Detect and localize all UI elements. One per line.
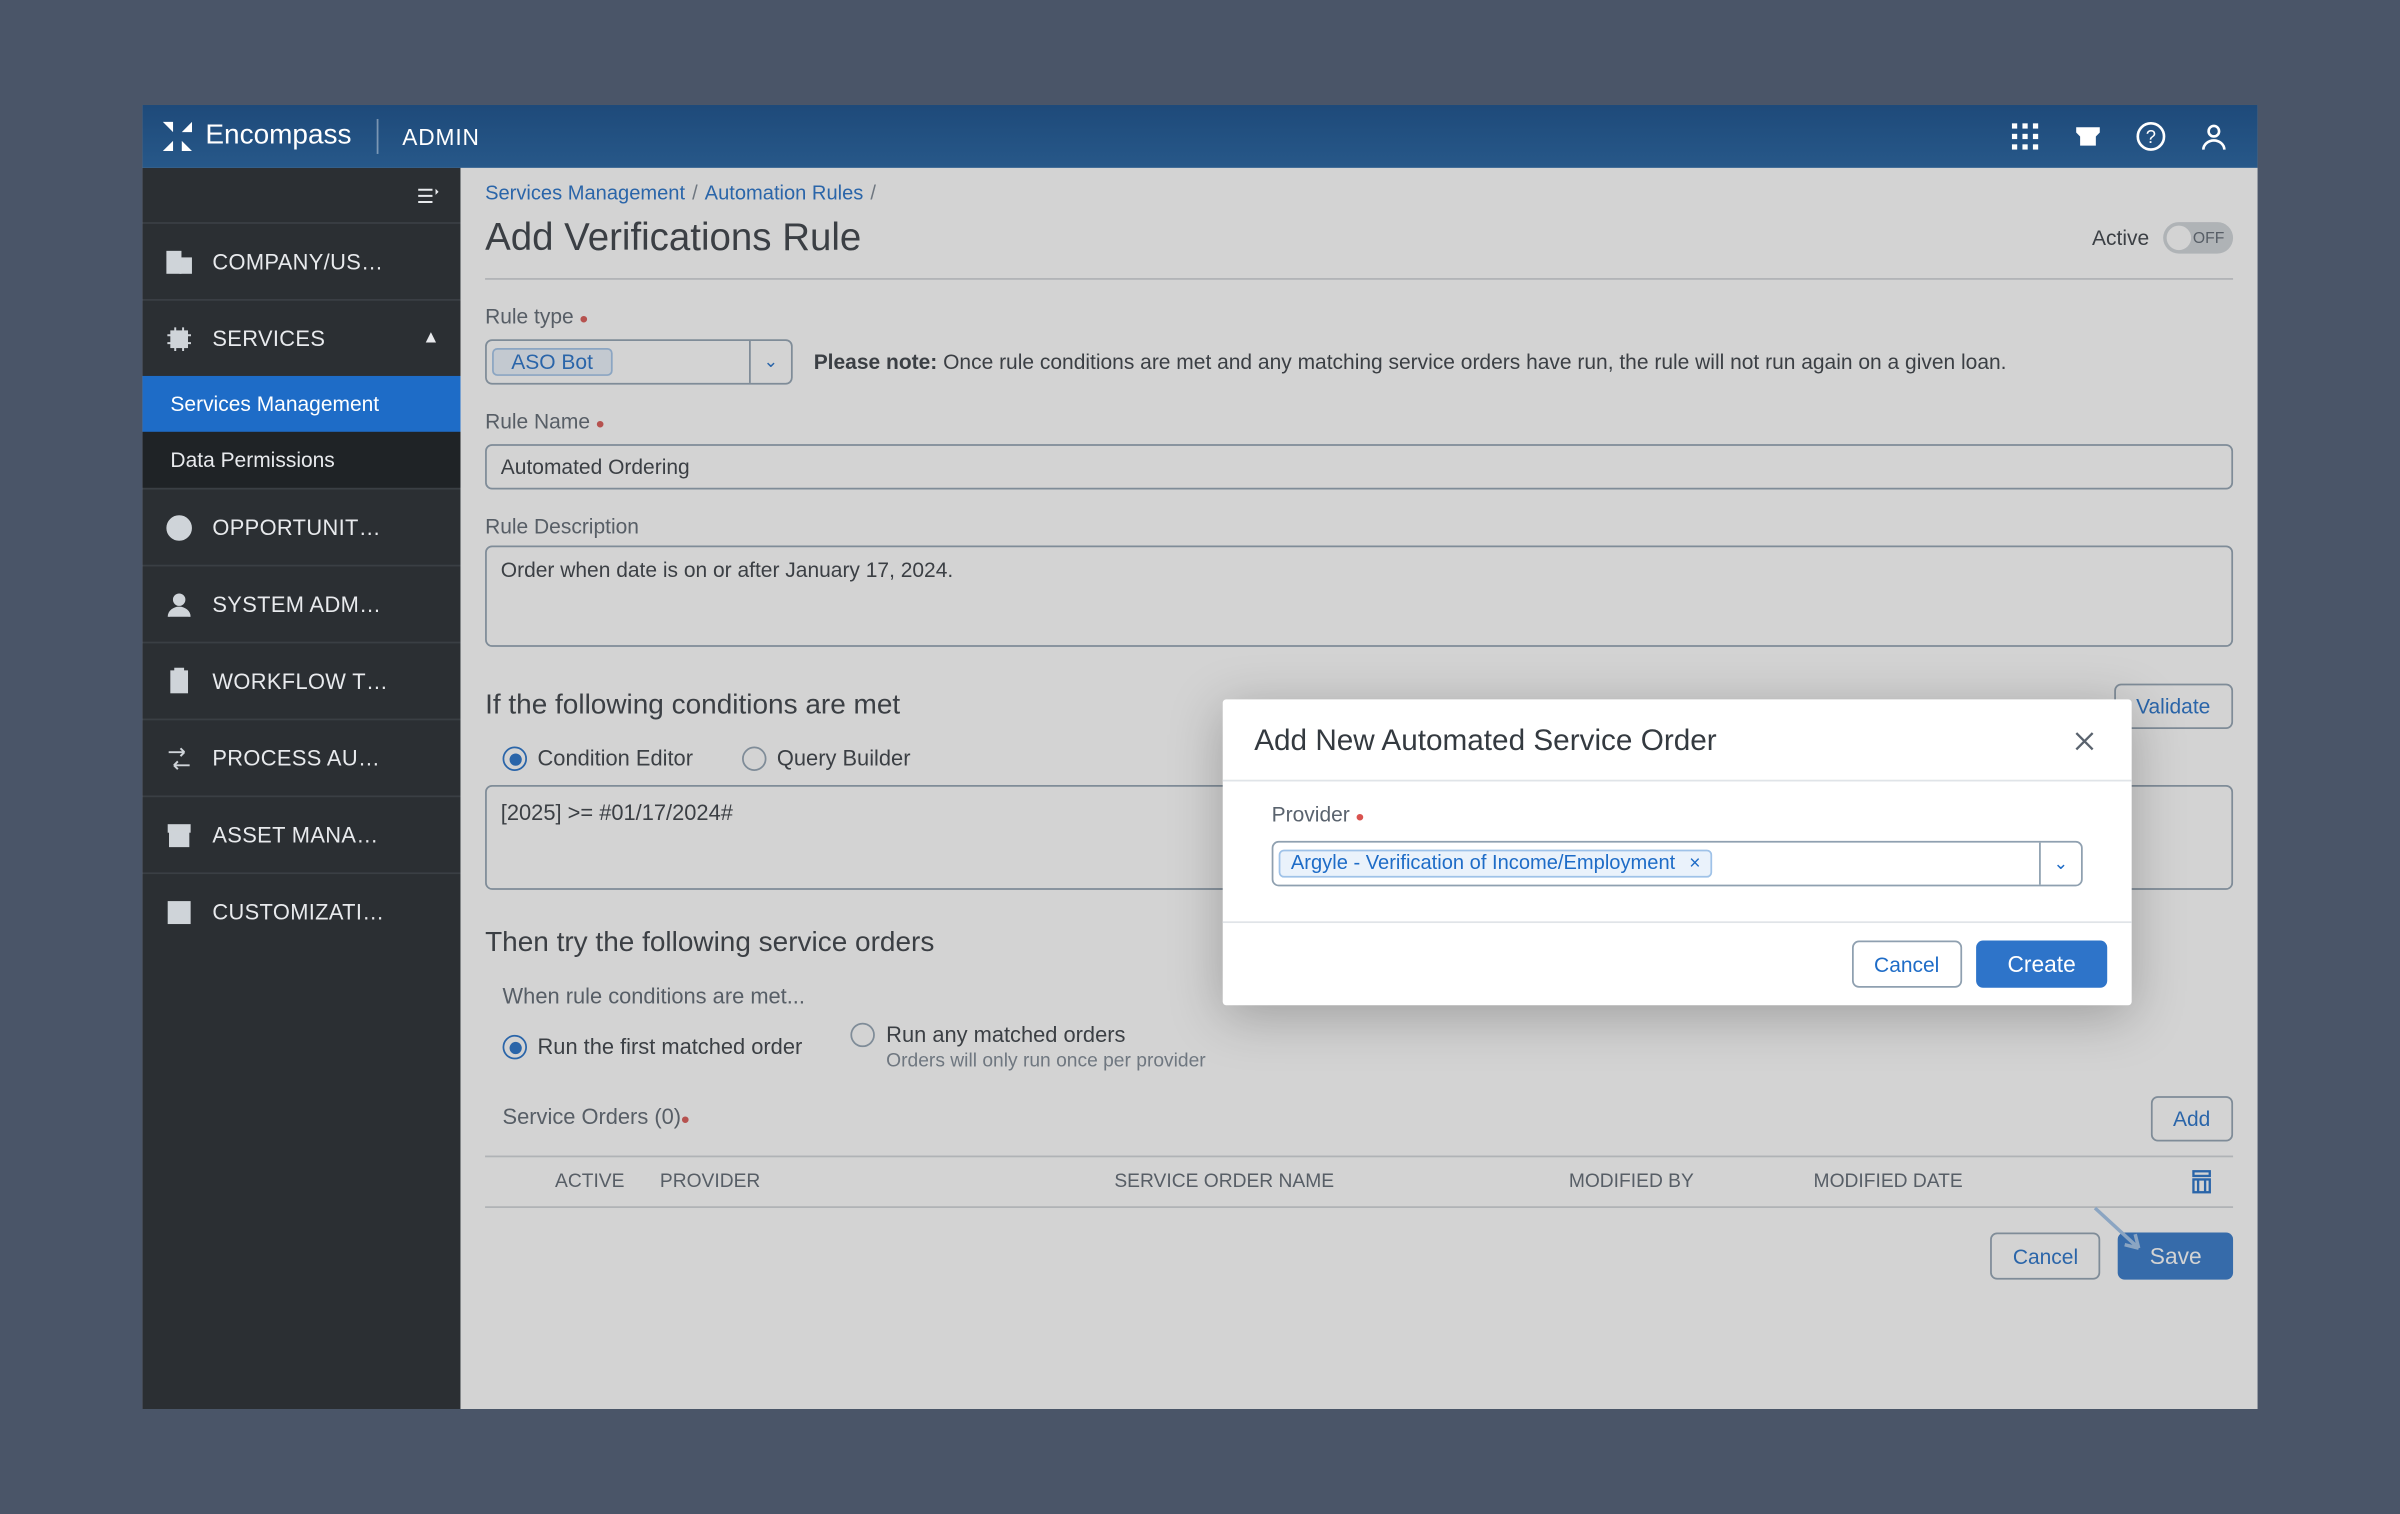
sidebar-item-customization[interactable]: CUSTOMIZATI… [142,872,460,949]
modal-title: Add New Automated Service Order [1254,724,2069,759]
chip-icon [163,323,194,354]
titlebar-divider [376,119,378,154]
modal-create-button[interactable]: Create [1976,941,2107,988]
sidebar-item-label: SERVICES [212,326,404,350]
chevron-down-icon: ⌄ [2039,843,2081,885]
user-icon[interactable] [2198,121,2229,152]
add-automated-service-order-modal: Add New Automated Service Order Provider… [1223,699,2132,1005]
inbox-icon[interactable] [2072,121,2103,152]
building-icon [163,246,194,277]
sidebar-sub-services-management[interactable]: Services Management [142,376,460,432]
sidebar-item-process-automation[interactable]: PROCESS AU… [142,719,460,796]
sidebar-item-label: COMPANY/US… [212,249,439,273]
help-icon[interactable]: ? [2135,121,2166,152]
remove-chip-button[interactable]: × [1689,853,1700,874]
titlebar: Encompass ADMIN ? [142,105,2257,168]
modal-close-button[interactable] [2069,726,2100,757]
apps-grid-icon[interactable] [2009,121,2040,152]
sidebar-item-opportunities[interactable]: OPPORTUNIT… [142,488,460,565]
chevron-up-icon: ▲ [422,329,439,348]
sidebar-item-company-users[interactable]: COMPANY/US… [142,222,460,299]
sidebar-item-workflow-templates[interactable]: WORKFLOW T… [142,642,460,719]
sidebar-item-asset-management[interactable]: ASSET MANA… [142,795,460,872]
modal-cancel-button[interactable]: Cancel [1851,941,1962,988]
sidebar: COMPANY/US… SERVICES ▲ Services Manageme… [142,168,460,1409]
sidebar-item-label: SYSTEM ADM… [212,592,439,616]
close-icon [2071,727,2099,755]
admin-badge: ADMIN [402,123,480,149]
brand-logo: Encompass [160,119,352,154]
sidebar-item-services[interactable]: SERVICES ▲ [142,299,460,376]
brand-text: Encompass [205,121,351,152]
brand-icon [160,119,195,154]
provider-chip: Argyle - Verification of Income/Employme… [1279,850,1713,878]
sidebar-collapse-button[interactable] [142,168,460,222]
clipboard-icon [163,665,194,696]
list-icon [163,896,194,927]
archive-icon [163,819,194,850]
sidebar-item-label: PROCESS AU… [212,746,439,770]
provider-select[interactable]: Argyle - Verification of Income/Employme… [1272,841,2083,886]
dollar-circle-icon [163,511,194,542]
sidebar-item-label: CUSTOMIZATI… [212,899,439,923]
provider-label: Provider • [1272,802,2083,830]
sidebar-item-label: WORKFLOW T… [212,669,439,693]
sidebar-item-label: ASSET MANA… [212,823,439,847]
flow-icon [163,742,194,773]
main-content: Services Management/Automation Rules/ Ad… [461,168,2258,1409]
sidebar-sub-data-permissions[interactable]: Data Permissions [142,432,460,488]
app-window: Encompass ADMIN ? COMPANY/US… SERVICES ▲ [142,105,2257,1409]
sidebar-item-system-admin[interactable]: SYSTEM ADM… [142,565,460,642]
person-icon [163,588,194,619]
sidebar-item-label: OPPORTUNIT… [212,515,439,539]
svg-text:?: ? [2146,126,2156,147]
